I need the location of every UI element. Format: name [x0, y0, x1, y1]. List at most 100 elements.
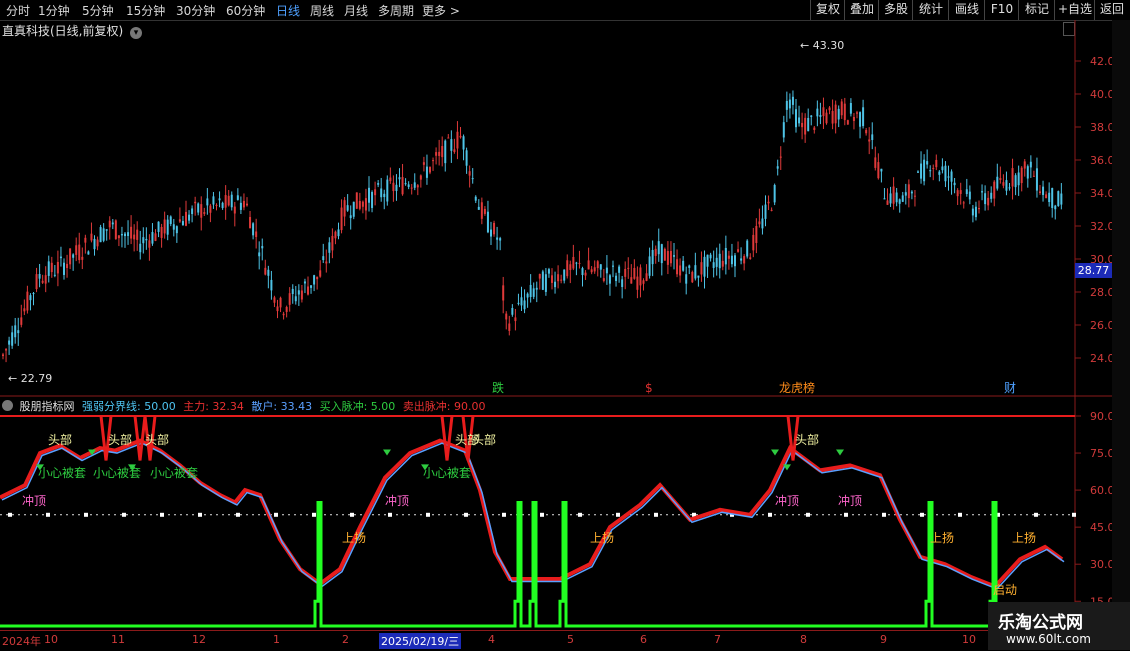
candle-body [20, 317, 23, 325]
candle-body [1045, 194, 1048, 199]
main-force-value: 主力: 32.34 [183, 400, 244, 413]
divider-dot [122, 512, 126, 517]
divider-dot [958, 512, 962, 517]
candle-body [334, 231, 337, 239]
candle-body [188, 214, 191, 221]
candle-body [843, 103, 846, 121]
candle-body [346, 205, 349, 211]
candle-body [944, 165, 947, 182]
candle-body [44, 275, 47, 284]
current-price-tag: 28.77 [1075, 263, 1112, 278]
candle-body [764, 204, 767, 219]
indicator-lines [0, 415, 1076, 628]
candle-body [349, 215, 352, 219]
candle-body [798, 117, 801, 124]
candle-body [169, 216, 172, 225]
candle-body [990, 192, 993, 199]
candle-body [124, 233, 126, 237]
candle-body [53, 274, 56, 276]
date-label: 1 [273, 633, 280, 646]
date-label: 4 [488, 633, 495, 646]
candle-body [660, 244, 663, 264]
candle-body [566, 260, 569, 277]
candle-body [984, 193, 987, 205]
candle-body [862, 107, 865, 127]
candle-body [194, 201, 197, 204]
candle-body [17, 330, 20, 334]
candle-body [29, 295, 32, 301]
candle-body [999, 178, 1002, 181]
candle-body [502, 285, 505, 301]
candle-body [1048, 192, 1051, 202]
candle-body [639, 267, 642, 286]
candle-body [645, 273, 648, 281]
candle-body [1002, 182, 1005, 186]
candle-body [968, 191, 971, 200]
candle-body [535, 287, 538, 290]
date-label: 2 [342, 633, 349, 646]
candle-body [255, 231, 258, 237]
candle-body [1054, 205, 1057, 210]
divider-dot [540, 512, 544, 517]
watermark-url: www.60lt.com [1006, 632, 1091, 646]
candle-body [416, 185, 419, 188]
candle-body [910, 191, 913, 194]
candle-body [1014, 175, 1017, 188]
gear-icon[interactable] [2, 400, 13, 411]
candle-body [297, 290, 300, 295]
candle-body [166, 219, 169, 235]
candle-body [294, 296, 297, 302]
event-markers: 跌 $ 龙虎榜 财 [492, 380, 1016, 395]
candle-body [185, 211, 187, 226]
candle-body [90, 233, 93, 241]
date-label: 11 [111, 633, 125, 646]
candle-body [526, 293, 529, 298]
candle-body [453, 149, 456, 153]
candle-body [852, 116, 855, 121]
candle-body [300, 290, 303, 300]
candle-body [438, 151, 441, 156]
candle-body [819, 115, 822, 117]
candle-body [612, 265, 614, 267]
candle-body [181, 221, 184, 226]
candle-body [368, 187, 370, 203]
candle-body [630, 277, 633, 284]
candle-body [291, 288, 294, 295]
buy-arrow-icon [383, 449, 391, 456]
event-marker: 龙虎榜 [779, 380, 815, 395]
right-scrollbar[interactable] [1112, 20, 1130, 630]
candle-body [191, 208, 194, 215]
candle-body [264, 267, 267, 275]
candle-body [865, 129, 868, 134]
candle-body [32, 293, 35, 295]
candle-body [69, 248, 72, 265]
candle-body [618, 266, 621, 273]
candle-body [605, 267, 608, 274]
candle-body [63, 262, 65, 275]
candle-body [691, 271, 694, 283]
candle-body [599, 264, 602, 270]
divider-dot [844, 512, 848, 517]
candle-body [755, 225, 758, 243]
low-price-label: ← 22.79 [8, 372, 52, 385]
candle-body [5, 349, 8, 351]
candle-body [50, 262, 53, 273]
date-label: 10 [962, 633, 976, 646]
candle-body [429, 167, 431, 173]
candle-body [14, 325, 17, 338]
candle-body [560, 279, 563, 281]
divider-dot [578, 512, 582, 517]
candle-body [828, 107, 831, 111]
candle-body [337, 229, 340, 237]
candle-body [712, 262, 715, 268]
candle-body [1005, 180, 1008, 191]
divider-dot [8, 512, 12, 517]
candle-body [127, 232, 130, 236]
event-marker: 财 [1004, 381, 1016, 395]
candle-body [206, 198, 209, 206]
indicator-annotation: 冲顶 [385, 493, 409, 508]
candle-body [422, 162, 425, 165]
candle-body [282, 313, 285, 316]
candle-body [901, 195, 904, 202]
candle-body [926, 161, 929, 165]
